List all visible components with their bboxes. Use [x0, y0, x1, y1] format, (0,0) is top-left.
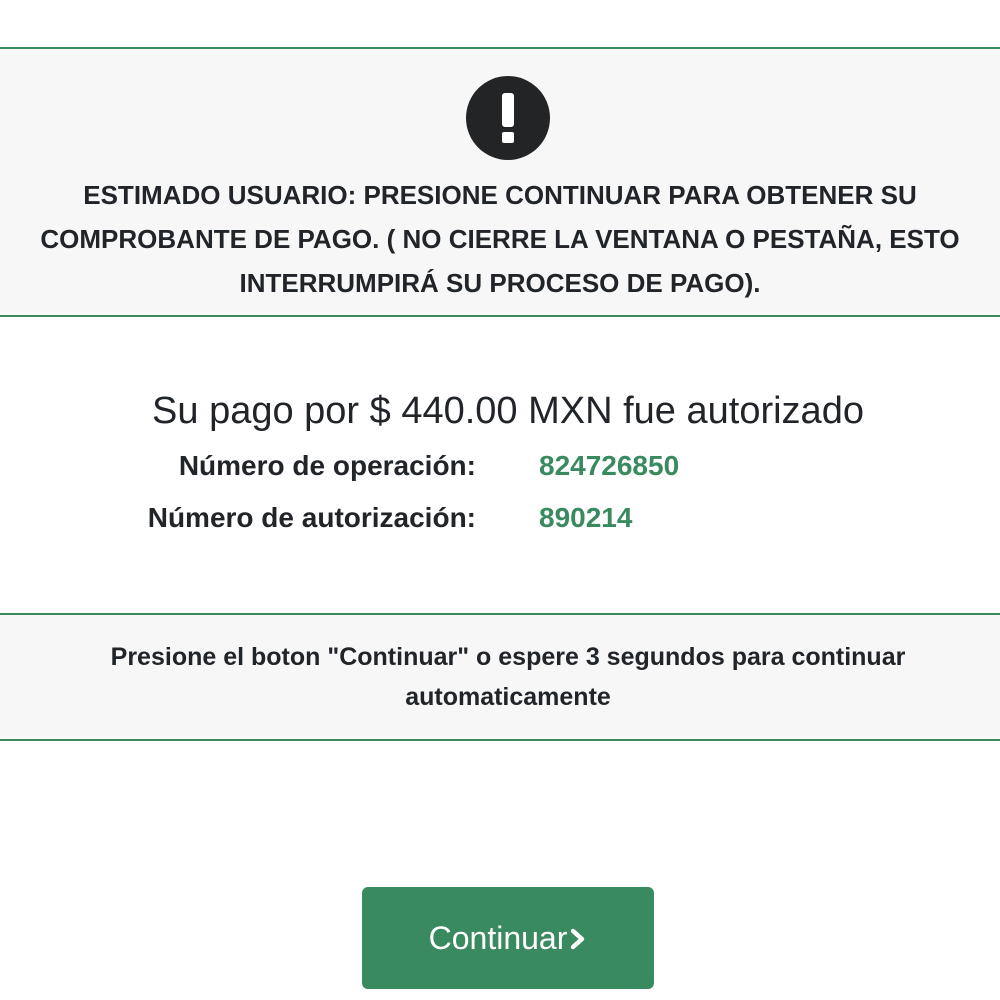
auto-continue-message: Presione el boton "Continuar" o espere 3… [110, 643, 906, 711]
authorization-number-value: 890214 [539, 502, 633, 533]
payment-confirmation-page: ESTIMADO USUARIO: PRESIONE CONTINUAR PAR… [0, 0, 1000, 1000]
operation-number-row: Número de operación: 824726850 [0, 444, 1000, 488]
chevron-right-icon [569, 928, 587, 950]
operation-number-label: Número de operación: [178, 450, 476, 481]
authorization-number-label: Número de autorización: [147, 502, 476, 533]
authorization-number-row: Número de autorización: 890214 [0, 496, 1000, 540]
exclamation-circle-icon [466, 76, 550, 160]
continue-button-label: Continuar [428, 919, 568, 956]
auto-continue-notice: Presione el boton "Continuar" o espere 3… [0, 613, 1000, 741]
continue-button[interactable]: Continuar [362, 887, 654, 989]
warning-message: ESTIMADO USUARIO: PRESIONE CONTINUAR PAR… [40, 180, 960, 298]
payment-authorized-message: Su pago por $ 440.00 MXN fue autorizado [152, 390, 864, 432]
warning-alert: ESTIMADO USUARIO: PRESIONE CONTINUAR PAR… [0, 47, 1000, 317]
operation-number-value: 824726850 [539, 450, 680, 481]
